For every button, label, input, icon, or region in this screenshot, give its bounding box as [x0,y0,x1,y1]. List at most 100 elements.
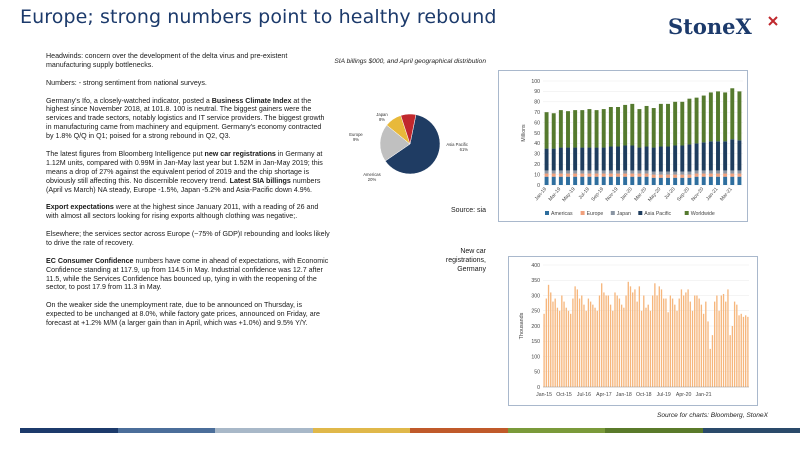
car-bar [587,298,590,387]
bar-segment [608,146,613,171]
car-bar [638,286,641,387]
bar-segment [737,140,742,171]
x-tick-label: May-20 [647,186,662,203]
car-bar [616,295,618,387]
bar-segment [651,108,656,148]
car-bar [669,295,672,387]
bar-segment [616,146,620,171]
pie-slice-pct: 8% [379,117,385,122]
bar-segment [701,142,706,171]
bar-segment [608,170,613,174]
x-tick-label: Jul-19 [657,392,671,398]
car-bar [618,298,621,387]
x-tick-label: Apr-17 [596,392,612,398]
bar-segment [651,174,656,178]
bar-segment [730,139,735,171]
bar-segment [558,173,563,177]
bar-segment [587,173,592,177]
bar-segment [601,109,606,148]
bar-segment [694,173,699,177]
car-bar [689,301,691,387]
x-tick-label: Jan-21 [705,186,720,202]
car-bar [561,295,563,387]
x-tick-label: Sep-19 [590,186,605,202]
car-bar [647,304,649,387]
y-tick-label: 50 [534,131,540,137]
x-tick-label: Mar-19 [548,186,563,202]
pie-caption: SIA billings $000, and April geographica… [334,58,486,65]
bar-segment [716,170,720,174]
y-tick-label: 0 [537,385,540,391]
bar-segment [673,174,678,178]
para-numbers: Numbers: - strong sentiment from nationa… [46,78,207,87]
car-bar [594,307,596,387]
bar-segment [658,103,663,147]
bar-segment [716,91,720,142]
bar-segment [580,170,585,174]
bar-segment [616,176,620,185]
bar-segment [716,176,720,185]
car-bar [694,295,696,387]
y-tick-label: 350 [531,278,540,284]
bar-segment [687,171,692,175]
x-tick-label: Jan-19 [534,186,549,202]
footer-color-stripe [20,428,800,433]
car-bar [640,310,643,387]
bar-segment [616,173,620,177]
bar-segment [566,147,570,171]
bar-segment [730,88,735,140]
car-bar [654,283,656,387]
car-bar [620,304,623,387]
car-bar [711,335,714,387]
bar-segment [644,176,649,185]
x-tick-label: May-19 [561,186,576,203]
car-bar [747,316,749,387]
car-bar [552,301,554,387]
car-bar [645,307,647,387]
bar-segment [687,177,692,185]
source-sia: Source: sia [450,207,486,214]
bar-segment [623,145,628,171]
car-bar [612,310,614,387]
bar-segment [680,145,685,172]
bar-segment [544,173,549,177]
car-bar [687,289,689,387]
bar-segment [730,170,735,174]
car-bar [736,304,738,387]
bar-segment [623,173,628,177]
bar-segment [658,146,663,172]
bar-segment [673,171,678,175]
stripe-segment [20,428,118,433]
bar-segment [694,170,699,174]
bar-segment [601,147,606,171]
car-bar [651,295,654,387]
legend-swatch [580,211,585,215]
bar-segment [680,101,685,146]
legend-label: Asia Pacific [644,211,671,217]
car-bar [545,298,547,387]
para-unemployment: On the weaker side the unemployment rate… [46,301,320,328]
bar-segment [544,148,549,171]
car-bar [731,326,734,387]
car-bar [727,289,729,387]
bar-segment [644,170,649,174]
legend-label: Americas [551,211,573,217]
y-tick-label: 40 [534,141,540,147]
bar-segment [558,170,563,174]
bar-segment [666,171,670,175]
bar-segment [630,170,635,174]
car-bar [740,313,742,387]
car-bar [556,307,559,387]
car-bar [629,286,632,387]
car-bar [623,307,625,387]
bar-segment [666,177,670,185]
pie-slice-pct: 9% [353,137,359,142]
car-bar [738,315,740,387]
car-bar [601,283,603,387]
y-tick-label: 150 [531,339,540,345]
bar-segment [694,143,699,171]
bar-segment [737,170,742,174]
car-bar [625,295,627,387]
stripe-segment [507,428,605,433]
bar-segment [587,176,592,185]
